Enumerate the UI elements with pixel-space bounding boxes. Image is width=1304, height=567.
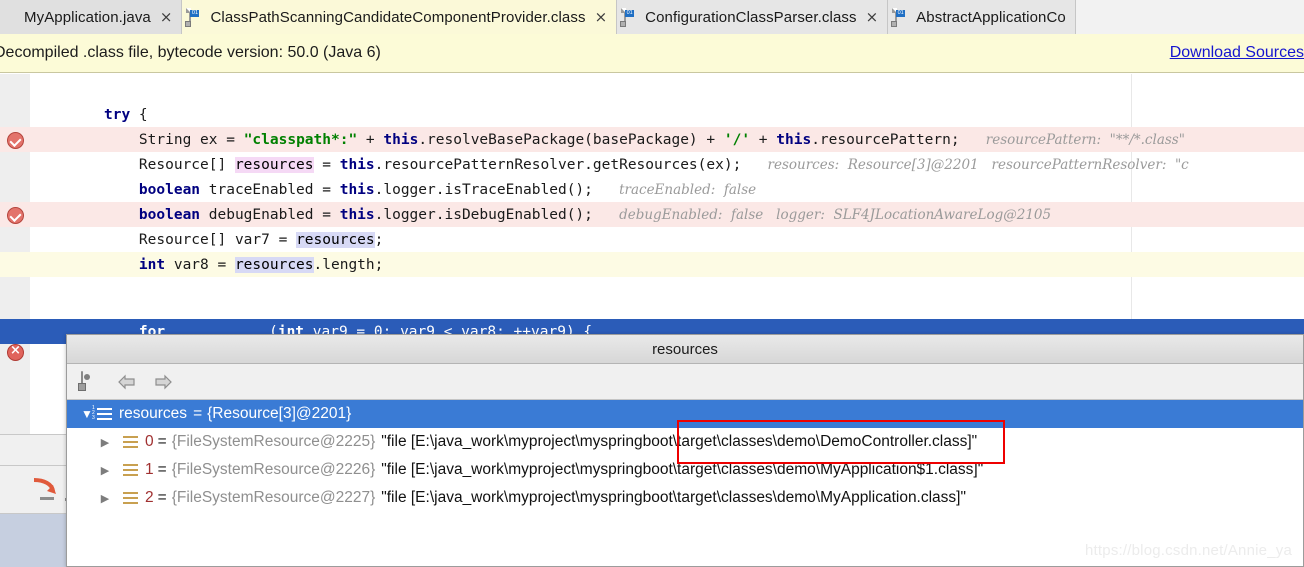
close-icon[interactable]: × bbox=[866, 9, 879, 25]
code-line-string-ex[interactable]: String ex = "classpath*:" + this.resolve… bbox=[0, 127, 1304, 152]
expand-toggle-icon[interactable]: ▶ bbox=[95, 464, 115, 477]
tab-label: ClassPathScanningCandidateComponentProvi… bbox=[210, 8, 586, 26]
variable-name: resources bbox=[119, 405, 188, 422]
tab-abstractapplicationcontext-class[interactable]: 01 AbstractApplicationCo bbox=[888, 0, 1076, 34]
tab-label: ConfigurationClassParser.class bbox=[645, 8, 857, 26]
element-index: 1 bbox=[145, 461, 154, 478]
forward-arrow-icon[interactable] bbox=[153, 374, 173, 390]
tab-classpathscanningcandidatecomponentprovider-class[interactable]: 01 ClassPathScanningCandidateComponentPr… bbox=[182, 0, 618, 34]
inline-debug-hint: resources: Resource[3]@2201 resourcePatt… bbox=[767, 156, 1189, 173]
code-line-var8[interactable]: int var8 = resources.length; bbox=[0, 252, 1304, 277]
tree-row-resources-root[interactable]: ▼ 123 resources = {Resource[3]@2201} bbox=[67, 400, 1303, 428]
code-line-resources[interactable]: Resource[] resources = this.resourcePatt… bbox=[0, 152, 1304, 177]
popup-toolbar bbox=[67, 364, 1303, 400]
object-reference: {Resource[3]@2201} bbox=[207, 405, 352, 422]
element-value: "file [E:\java_work\myproject\myspringbo… bbox=[381, 433, 978, 450]
expand-toggle-icon[interactable]: ▶ bbox=[95, 492, 115, 505]
object-reference: {FileSystemResource@2225} bbox=[171, 433, 376, 450]
step-over-icon[interactable] bbox=[30, 475, 60, 503]
inline-debug-hint: debugEnabled: false logger: SLF4JLocatio… bbox=[619, 206, 1052, 223]
array-element-icon bbox=[123, 435, 138, 450]
code-line-try[interactable]: try { bbox=[0, 102, 1304, 127]
tab-label: MyApplication.java bbox=[24, 8, 151, 26]
object-reference: {FileSystemResource@2227} bbox=[171, 489, 376, 506]
equals-sign: = bbox=[157, 461, 167, 478]
breakpoint-icon[interactable] bbox=[7, 132, 24, 149]
close-icon[interactable]: × bbox=[595, 9, 608, 25]
code-line-var7[interactable]: Resource[] var7 = resources; bbox=[0, 227, 1304, 252]
tab-label: AbstractApplicationCo bbox=[916, 8, 1066, 26]
code-line-debug-enabled[interactable]: boolean debugEnabled = this.logger.isDeb… bbox=[0, 202, 1304, 227]
element-index: 0 bbox=[145, 433, 154, 450]
evaluate-expression-icon[interactable] bbox=[81, 370, 101, 392]
breakpoint-disabled-icon[interactable] bbox=[7, 343, 24, 361]
equals-sign: = bbox=[157, 433, 167, 450]
class-file-icon: 01 bbox=[891, 7, 910, 27]
editor-tab-bar: MyApplication.java × 01 ClassPathScannin… bbox=[0, 0, 1304, 35]
tab-myapplication-java[interactable]: MyApplication.java × bbox=[0, 0, 183, 34]
array-element-icon bbox=[123, 491, 138, 506]
inline-debug-hint: traceEnabled: false bbox=[619, 181, 757, 198]
watermark-text: https://blog.csdn.net/Annie_ya bbox=[1085, 542, 1292, 559]
decompiled-notice-bar: Decompiled .class file, bytecode version… bbox=[0, 34, 1304, 73]
popup-title-bar: resources bbox=[67, 335, 1303, 364]
decompiled-notice-text: Decompiled .class file, bytecode version… bbox=[0, 44, 381, 61]
back-arrow-icon[interactable] bbox=[117, 374, 137, 390]
ide-window: MyApplication.java × 01 ClassPathScannin… bbox=[0, 0, 1304, 567]
tree-row-element-0[interactable]: ▶ 0 = {FileSystemResource@2225} "file [E… bbox=[67, 428, 1303, 456]
download-sources-link[interactable]: Download Sources bbox=[1170, 44, 1304, 62]
java-file-icon bbox=[3, 9, 18, 26]
expand-toggle-icon[interactable]: ▶ bbox=[95, 436, 115, 449]
class-file-icon: 01 bbox=[185, 7, 204, 27]
equals-sign: = bbox=[193, 405, 203, 422]
tab-configurationclassparser-class[interactable]: 01 ConfigurationClassParser.class × bbox=[617, 0, 889, 34]
code-line-trace-enabled[interactable]: boolean traceEnabled = this.logger.isTra… bbox=[0, 177, 1304, 202]
variable-inspect-popup[interactable]: resources ▼ 123 resources = {Resource[3]… bbox=[66, 334, 1304, 567]
breakpoint-icon[interactable] bbox=[7, 207, 24, 224]
close-icon[interactable]: × bbox=[160, 9, 173, 25]
popup-title-text: resources bbox=[652, 340, 718, 358]
debug-frames-list[interactable] bbox=[0, 514, 66, 567]
tree-row-element-1[interactable]: ▶ 1 = {FileSystemResource@2226} "file [E… bbox=[67, 456, 1303, 484]
element-value: "file [E:\java_work\myproject\myspringbo… bbox=[381, 461, 984, 478]
tree-row-element-2[interactable]: ▶ 2 = {FileSystemResource@2227} "file [E… bbox=[67, 484, 1303, 512]
equals-sign: = bbox=[157, 489, 167, 506]
array-element-icon bbox=[123, 463, 138, 478]
element-index: 2 bbox=[145, 489, 154, 506]
panel-divider bbox=[0, 465, 66, 466]
array-icon: 123 bbox=[92, 405, 112, 422]
class-file-icon: 01 bbox=[620, 7, 639, 27]
debugger-left-panel bbox=[0, 434, 79, 567]
inline-debug-hint: resourcePattern: "**/*.class" bbox=[985, 131, 1185, 148]
element-value: "file [E:\java_work\myproject\myspringbo… bbox=[381, 489, 966, 506]
object-reference: {FileSystemResource@2226} bbox=[171, 461, 376, 478]
